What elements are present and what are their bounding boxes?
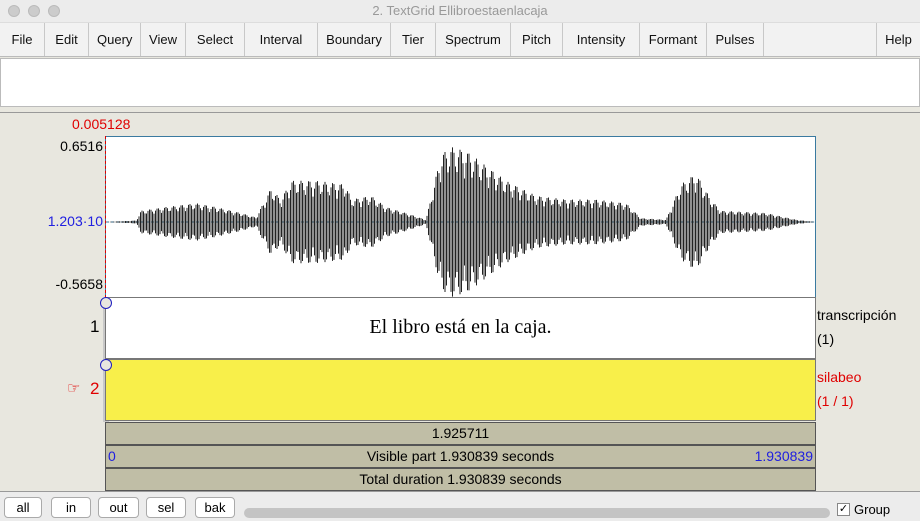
menu-intensity[interactable]: Intensity <box>563 23 640 56</box>
waveform-trace <box>107 147 815 297</box>
tier-1-number: 1 <box>90 317 100 336</box>
zoom-back-button[interactable]: bak <box>195 497 235 518</box>
title-bar: 2. TextGrid Ellibroestaenlacaja <box>0 0 920 22</box>
close-window-button[interactable] <box>8 5 20 17</box>
tier-2-number: 2 <box>90 379 100 398</box>
zoom-window-button[interactable] <box>48 5 60 17</box>
menu-view[interactable]: View <box>141 23 186 56</box>
selection-duration: 1.925711 <box>431 425 490 441</box>
visible-start: 0 <box>108 448 116 464</box>
menu-edit[interactable]: Edit <box>45 23 89 56</box>
menu-spectrum[interactable]: Spectrum <box>436 23 511 56</box>
menu-interval[interactable]: Interval <box>245 23 318 56</box>
visible-end: 1.930839 <box>754 448 813 464</box>
menu-formant[interactable]: Formant <box>640 23 707 56</box>
menu-pulses[interactable]: Pulses <box>707 23 764 56</box>
tier-2-name: silabeo <box>817 369 862 385</box>
visible-part-label: Visible part 1.930839 seconds <box>366 448 555 464</box>
interval-text[interactable]: El libro está en la caja. <box>106 298 815 356</box>
text-edit-area[interactable] <box>0 58 920 107</box>
menu-bar: File Edit Query View Select Interval Bou… <box>0 22 920 57</box>
tier-2-count: (1 / 1) <box>817 393 854 409</box>
tier-2[interactable] <box>105 359 816 421</box>
zoom-sel-button[interactable]: sel <box>146 497 186 518</box>
tier-1-boundary-handle[interactable] <box>100 297 112 309</box>
selection-bar[interactable]: 1.925711 <box>105 422 816 445</box>
waveform-max: 0.6516 <box>60 138 103 154</box>
group-checkbox[interactable]: ✓ <box>837 503 850 516</box>
pointing-hand-icon: ☞ <box>67 380 81 397</box>
total-duration-bar[interactable]: Total duration 1.930839 seconds <box>105 468 816 491</box>
waveform <box>106 147 815 297</box>
cursor-time: 0.005128 <box>72 116 131 132</box>
minimize-window-button[interactable] <box>28 5 40 17</box>
menu-pitch[interactable]: Pitch <box>511 23 563 56</box>
zoom-out-button[interactable]: out <box>98 497 139 518</box>
waveform-panel[interactable] <box>105 136 816 298</box>
cursor-line <box>105 136 106 298</box>
tier-1[interactable]: El libro está en la caja. <box>105 297 816 359</box>
menu-help[interactable]: Help <box>876 23 920 56</box>
visible-part-bar[interactable]: 0 Visible part 1.930839 seconds 1.930839 <box>105 445 816 468</box>
zoom-all-button[interactable]: all <box>4 497 42 518</box>
menu-boundary[interactable]: Boundary <box>318 23 391 56</box>
tier-1-name: transcripción <box>817 307 897 323</box>
waveform-mid: 1.203·10 <box>47 213 103 229</box>
waveform-min: -0.5658 <box>55 276 103 292</box>
zoom-in-button[interactable]: in <box>51 497 91 518</box>
group-label: Group <box>854 502 891 517</box>
tier-1-count: (1) <box>817 331 835 347</box>
menu-select[interactable]: Select <box>186 23 245 56</box>
total-duration-label: Total duration 1.930839 seconds <box>359 471 562 487</box>
divider <box>0 112 920 113</box>
horizontal-scrollbar[interactable] <box>244 508 830 518</box>
menu-tier[interactable]: Tier <box>391 23 436 56</box>
window-title: 2. TextGrid Ellibroestaenlacaja <box>372 3 548 18</box>
tier-2-boundary-handle[interactable] <box>100 359 112 371</box>
menu-query[interactable]: Query <box>89 23 141 56</box>
menu-file[interactable]: File <box>0 23 45 56</box>
